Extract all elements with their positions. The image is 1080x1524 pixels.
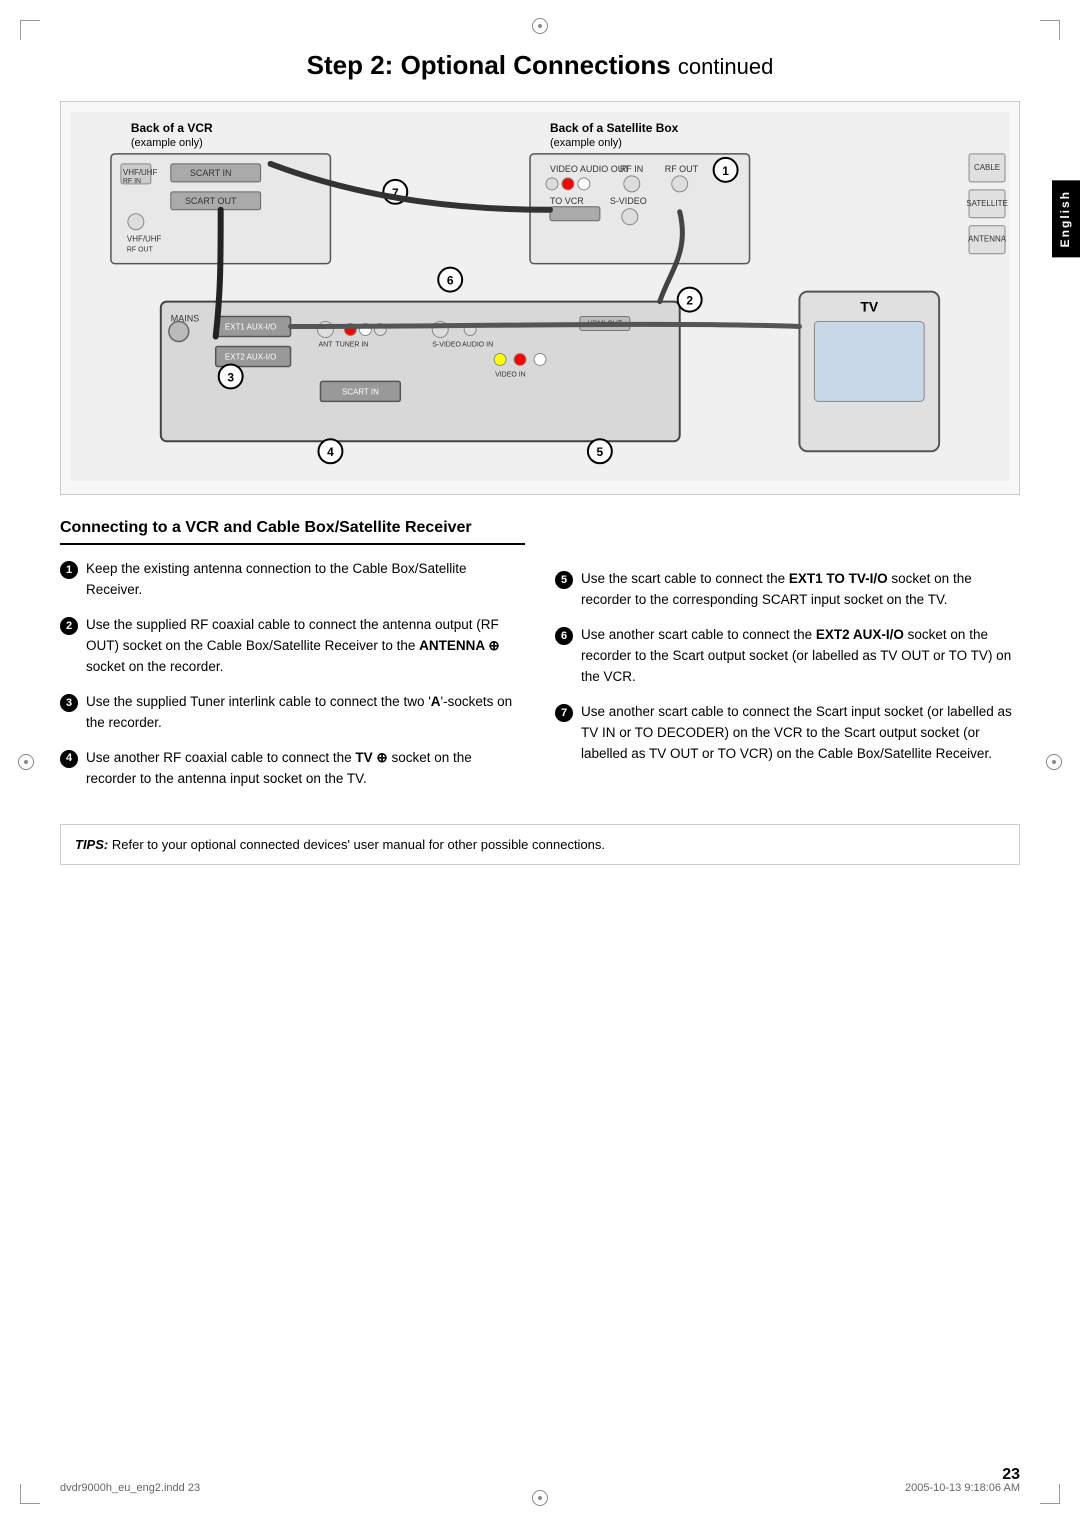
step-number-3: 3 — [60, 694, 78, 712]
svg-text:S-VIDEO: S-VIDEO — [610, 196, 647, 206]
svg-text:VIDEO IN: VIDEO IN — [495, 371, 526, 378]
left-column: Connecting to a VCR and Cable Box/Satell… — [60, 519, 525, 803]
step-item-6: 6 Use another scart cable to connect the… — [555, 625, 1020, 688]
reg-mark-right — [1046, 754, 1062, 770]
svg-text:SATELLITE: SATELLITE — [966, 199, 1007, 208]
svg-text:RF IN: RF IN — [620, 164, 643, 174]
tips-label: TIPS: — [75, 837, 108, 852]
step-number-5: 5 — [555, 571, 573, 589]
step-number-4: 4 — [60, 750, 78, 768]
content-section: Connecting to a VCR and Cable Box/Satell… — [60, 519, 1020, 803]
svg-text:Back of a VCR: Back of a VCR — [131, 121, 213, 135]
svg-text:TUNER IN: TUNER IN — [335, 341, 368, 348]
step-item-5: 5 Use the scart cable to connect the EXT… — [555, 569, 1020, 611]
step-text-2: Use the supplied RF coaxial cable to con… — [86, 615, 525, 678]
svg-text:AUDIO IN: AUDIO IN — [462, 341, 493, 348]
svg-text:4: 4 — [327, 445, 334, 459]
page-title: Step 2: Optional Connections continued — [60, 50, 1020, 81]
step-number-2: 2 — [60, 617, 78, 635]
diagram-area: Back of a VCR (example only) VHF/UHF RF … — [60, 101, 1020, 495]
page-container: English Step 2: Optional Connections con… — [0, 0, 1080, 1524]
connection-diagram: Back of a VCR (example only) VHF/UHF RF … — [71, 112, 1009, 481]
svg-text:(example only): (example only) — [550, 137, 622, 149]
reg-mark-top — [532, 18, 548, 34]
svg-text:S-VIDEO: S-VIDEO — [432, 341, 461, 348]
right-column: 5 Use the scart cable to connect the EXT… — [555, 519, 1020, 803]
page-footer: dvdr9000h_eu_eng2.indd 23 2005-10-13 9:1… — [0, 1482, 1080, 1494]
svg-text:TV: TV — [860, 299, 879, 315]
step-text-3: Use the supplied Tuner interlink cable t… — [86, 692, 525, 734]
svg-text:(example only): (example only) — [131, 137, 203, 149]
svg-text:Back of a Satellite Box: Back of a Satellite Box — [550, 121, 679, 135]
svg-text:6: 6 — [447, 274, 454, 288]
svg-text:RF IN: RF IN — [123, 178, 141, 185]
svg-text:RF OUT: RF OUT — [665, 164, 699, 174]
step-item-7: 7 Use another scart cable to connect the… — [555, 702, 1020, 765]
step-text-6: Use another scart cable to connect the E… — [581, 625, 1020, 688]
svg-text:SCART IN: SCART IN — [190, 168, 232, 178]
svg-text:ANTENNA: ANTENNA — [968, 235, 1007, 244]
svg-text:CABLE: CABLE — [974, 163, 1000, 172]
svg-text:2: 2 — [686, 294, 693, 308]
steps-left: 1 Keep the existing antenna connection t… — [60, 559, 525, 789]
step-text-7: Use another scart cable to connect the S… — [581, 702, 1020, 765]
step-item-3: 3 Use the supplied Tuner interlink cable… — [60, 692, 525, 734]
corner-mark-tl — [20, 20, 40, 40]
svg-text:TO VCR: TO VCR — [550, 196, 584, 206]
reg-mark-left — [18, 754, 34, 770]
english-tab: English — [1052, 180, 1080, 257]
page-number: 23 — [1002, 1466, 1020, 1484]
step-item-4: 4 Use another RF coaxial cable to connec… — [60, 748, 525, 790]
step-text-1: Keep the existing antenna connection to … — [86, 559, 525, 601]
svg-text:VHF/UHF: VHF/UHF — [123, 168, 158, 177]
step-text-4: Use another RF coaxial cable to connect … — [86, 748, 525, 790]
step-text-5: Use the scart cable to connect the EXT1 … — [581, 569, 1020, 611]
svg-text:3: 3 — [227, 370, 234, 384]
svg-text:SCART OUT: SCART OUT — [185, 196, 237, 206]
svg-text:EXT1 AUX-I/O: EXT1 AUX-I/O — [225, 323, 276, 332]
step-item-1: 1 Keep the existing antenna connection t… — [60, 559, 525, 601]
svg-text:5: 5 — [597, 445, 604, 459]
svg-text:1: 1 — [722, 164, 729, 178]
step-item-2: 2 Use the supplied RF coaxial cable to c… — [60, 615, 525, 678]
tips-box: TIPS: Refer to your optional connected d… — [60, 824, 1020, 866]
step-number-6: 6 — [555, 627, 573, 645]
svg-text:VIDEO AUDIO OUT: VIDEO AUDIO OUT — [550, 164, 630, 174]
svg-text:EXT2 AUX-I/O: EXT2 AUX-I/O — [225, 352, 276, 361]
step-number-7: 7 — [555, 704, 573, 722]
corner-mark-tr — [1040, 20, 1060, 40]
svg-text:RF OUT: RF OUT — [127, 247, 154, 254]
section-heading: Connecting to a VCR and Cable Box/Satell… — [60, 519, 525, 545]
svg-text:ANT: ANT — [318, 341, 333, 348]
steps-right: 5 Use the scart cable to connect the EXT… — [555, 569, 1020, 764]
step-number-1: 1 — [60, 561, 78, 579]
svg-text:SCART IN: SCART IN — [342, 387, 379, 396]
svg-text:VHF/UHF: VHF/UHF — [127, 235, 162, 244]
footer-left: dvdr9000h_eu_eng2.indd 23 — [60, 1482, 200, 1494]
tips-text: Refer to your optional connected devices… — [112, 837, 605, 852]
